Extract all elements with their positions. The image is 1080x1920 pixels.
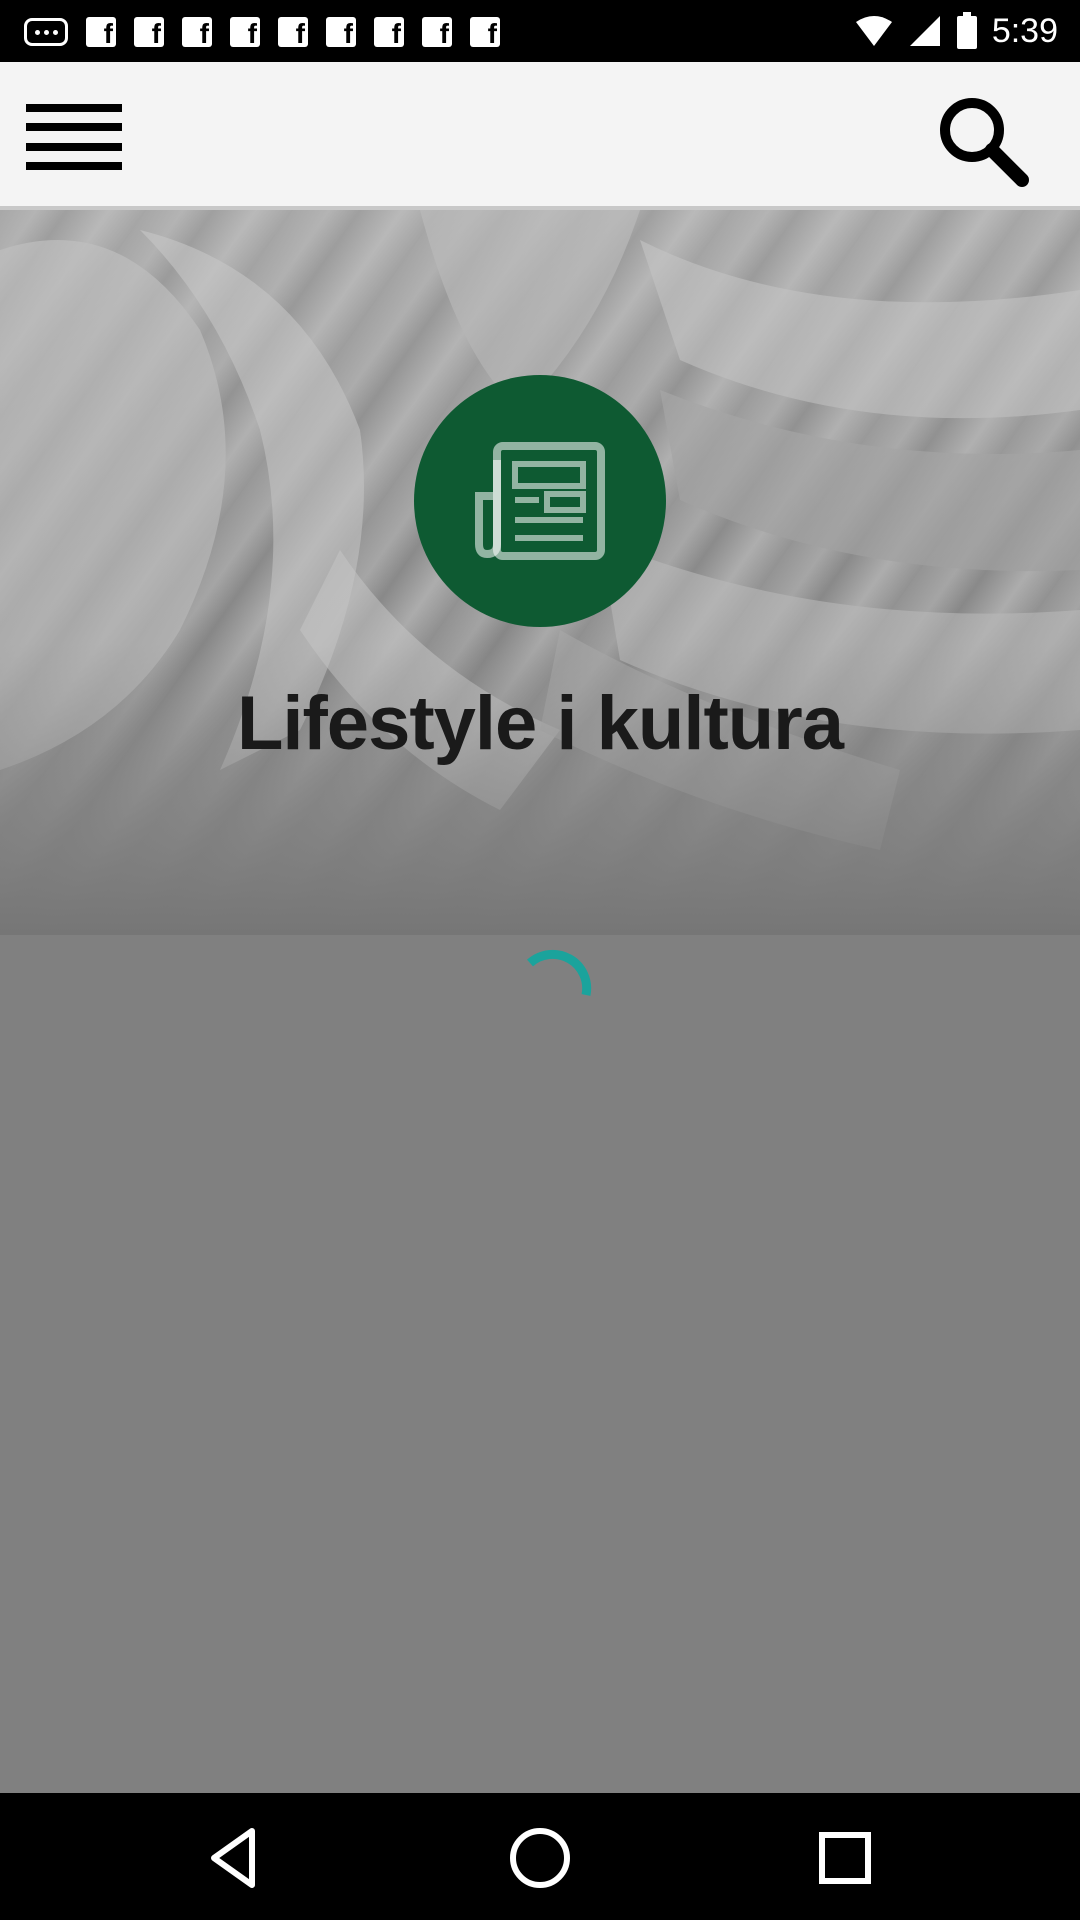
recents-icon[interactable] bbox=[810, 1823, 880, 1893]
facebook-icon bbox=[86, 17, 116, 50]
back-icon[interactable] bbox=[200, 1823, 270, 1893]
newspaper-icon bbox=[475, 442, 605, 560]
category-title: Lifestyle i kultura bbox=[236, 681, 844, 766]
notification-dots-icon bbox=[24, 18, 68, 46]
wifi-icon bbox=[855, 16, 892, 46]
facebook-icon bbox=[374, 17, 404, 50]
signal-icon bbox=[909, 16, 940, 46]
status-time: 5:39 bbox=[991, 11, 1058, 50]
menu-icon[interactable] bbox=[26, 104, 122, 170]
facebook-icon bbox=[422, 17, 452, 50]
facebook-icon bbox=[134, 17, 164, 50]
navigation-bar bbox=[0, 1793, 1080, 1920]
facebook-icon bbox=[182, 17, 212, 50]
status-right: 5:39 bbox=[854, 8, 1058, 54]
facebook-icon bbox=[230, 17, 260, 50]
facebook-icon bbox=[326, 17, 356, 50]
screen: 5:39 bbox=[0, 0, 1080, 1920]
battery-icon bbox=[956, 12, 977, 49]
loading-spinner-icon bbox=[527, 949, 592, 996]
status-bar: 5:39 bbox=[0, 0, 1080, 62]
status-left bbox=[24, 12, 500, 52]
home-icon[interactable] bbox=[505, 1823, 575, 1893]
search-icon bbox=[940, 98, 1029, 187]
facebook-icon bbox=[278, 17, 308, 50]
category-badge bbox=[414, 375, 666, 627]
search-button[interactable] bbox=[934, 92, 1030, 188]
app-bar bbox=[0, 62, 1080, 210]
category-banner: Lifestyle i kultura bbox=[0, 210, 1080, 935]
facebook-icon bbox=[470, 17, 500, 50]
